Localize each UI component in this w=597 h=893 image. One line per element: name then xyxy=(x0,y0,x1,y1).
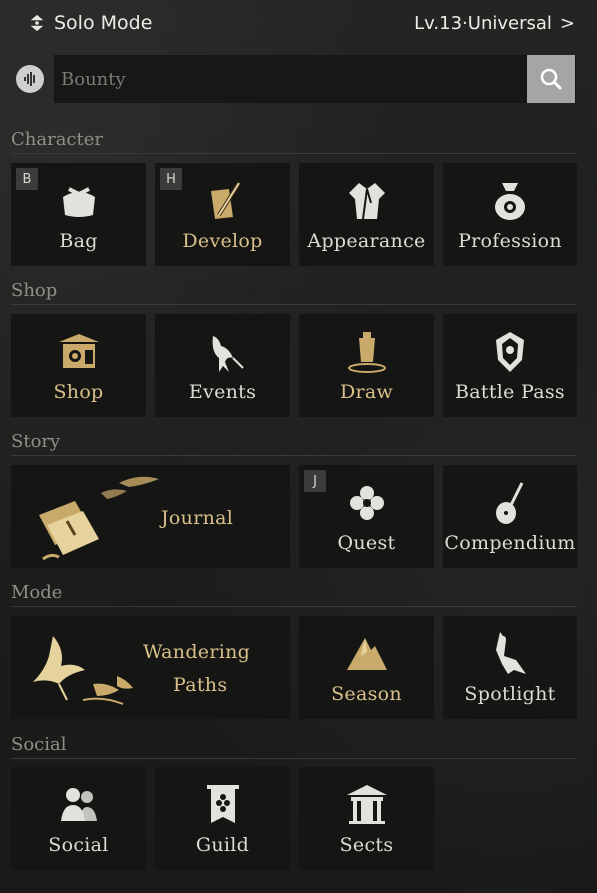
temple-icon xyxy=(346,785,387,824)
tile-season[interactable]: Season xyxy=(299,616,434,719)
voice-icon[interactable] xyxy=(16,65,44,93)
tile-journal[interactable]: Journal xyxy=(11,465,290,568)
tile-spotlight[interactable]: Spotlight xyxy=(443,616,577,719)
bird-icon xyxy=(212,336,244,372)
section-label-social: Social xyxy=(11,734,67,755)
divider xyxy=(11,606,577,607)
tile-shop[interactable]: Shop xyxy=(11,314,146,417)
search-row xyxy=(14,55,576,103)
section-label-shop: Shop xyxy=(11,280,58,301)
level-button[interactable]: Lv.13·Universal > xyxy=(414,13,575,34)
tile-sects[interactable]: Sects xyxy=(299,767,434,870)
tile-guild[interactable]: Guild xyxy=(155,767,290,870)
search-input[interactable] xyxy=(59,67,527,91)
people-icon xyxy=(60,788,97,821)
tile-bag[interactable]: B Bag xyxy=(11,163,146,266)
tile-quest[interactable]: J Quest xyxy=(299,465,434,568)
divider xyxy=(11,153,577,154)
shield-icon xyxy=(496,332,524,372)
tile-label: Sects xyxy=(339,834,394,856)
tile-label: Develop xyxy=(182,230,263,252)
solo-mode-toggle[interactable]: Solo Mode xyxy=(28,12,152,34)
robe-icon xyxy=(348,183,385,220)
lantern-icon xyxy=(347,332,386,373)
storefront-icon xyxy=(58,334,99,368)
tile-appearance[interactable]: Appearance xyxy=(299,163,434,266)
tile-profession[interactable]: Profession xyxy=(443,163,577,266)
tile-label: Events xyxy=(188,381,257,403)
tile-label: Profession xyxy=(458,230,562,252)
pipa-instrument-icon xyxy=(496,482,524,524)
divider xyxy=(11,758,577,759)
top-bar: Solo Mode Lv.13·Universal > xyxy=(0,0,597,46)
tile-label: Social xyxy=(48,834,109,856)
search-icon xyxy=(540,68,562,90)
tile-label: Season xyxy=(331,683,402,705)
tile-label: Draw xyxy=(339,381,394,403)
waveform-icon xyxy=(24,72,35,86)
tile-battle-pass[interactable]: Battle Pass xyxy=(443,314,577,417)
search-button[interactable] xyxy=(527,55,575,103)
tile-label: Battle Pass xyxy=(455,381,565,403)
hotkey-badge: J xyxy=(304,470,326,492)
performer-icon xyxy=(496,632,526,674)
divider xyxy=(11,304,577,305)
mode-label: Solo Mode xyxy=(54,12,153,34)
switch-mode-icon xyxy=(30,14,44,32)
tile-label: Quest xyxy=(337,532,396,554)
tile-social[interactable]: Social xyxy=(11,767,146,870)
section-label-mode: Mode xyxy=(11,582,63,603)
section-label-story: Story xyxy=(11,431,61,452)
search-box xyxy=(54,55,576,103)
bag-icon xyxy=(62,187,95,217)
tile-label: Shop xyxy=(53,381,104,403)
tile-compendium[interactable]: Compendium xyxy=(443,465,577,568)
divider xyxy=(11,455,577,456)
tile-develop[interactable]: H Develop xyxy=(155,163,290,266)
tile-label: Guild xyxy=(195,834,250,856)
tile-label: Compendium xyxy=(444,532,576,554)
tile-label: Journal xyxy=(161,507,234,529)
section-label-character: Character xyxy=(11,129,104,150)
tile-draw[interactable]: Draw xyxy=(299,314,434,417)
banner-icon xyxy=(206,785,239,823)
tile-wandering-paths[interactable]: Wandering Paths xyxy=(11,616,290,719)
hotkey-badge: H xyxy=(160,168,182,190)
tile-label-line2: Paths xyxy=(173,674,228,696)
cranes-icon xyxy=(33,636,133,705)
chevron-right-icon: > xyxy=(559,12,575,34)
tile-label: Bag xyxy=(59,230,98,252)
develop-icon xyxy=(210,181,241,219)
tile-label: Appearance xyxy=(307,230,426,252)
hotkey-badge: B xyxy=(16,168,38,190)
profession-icon xyxy=(495,183,525,220)
journal-pages-icon xyxy=(39,476,159,561)
tile-label-line1: Wandering xyxy=(143,641,251,663)
mountain-icon xyxy=(346,638,387,670)
tile-label: Spotlight xyxy=(464,683,556,705)
tile-events[interactable]: Events xyxy=(155,314,290,417)
flower-icon xyxy=(349,486,384,520)
level-label: Lv.13·Universal xyxy=(414,12,552,34)
